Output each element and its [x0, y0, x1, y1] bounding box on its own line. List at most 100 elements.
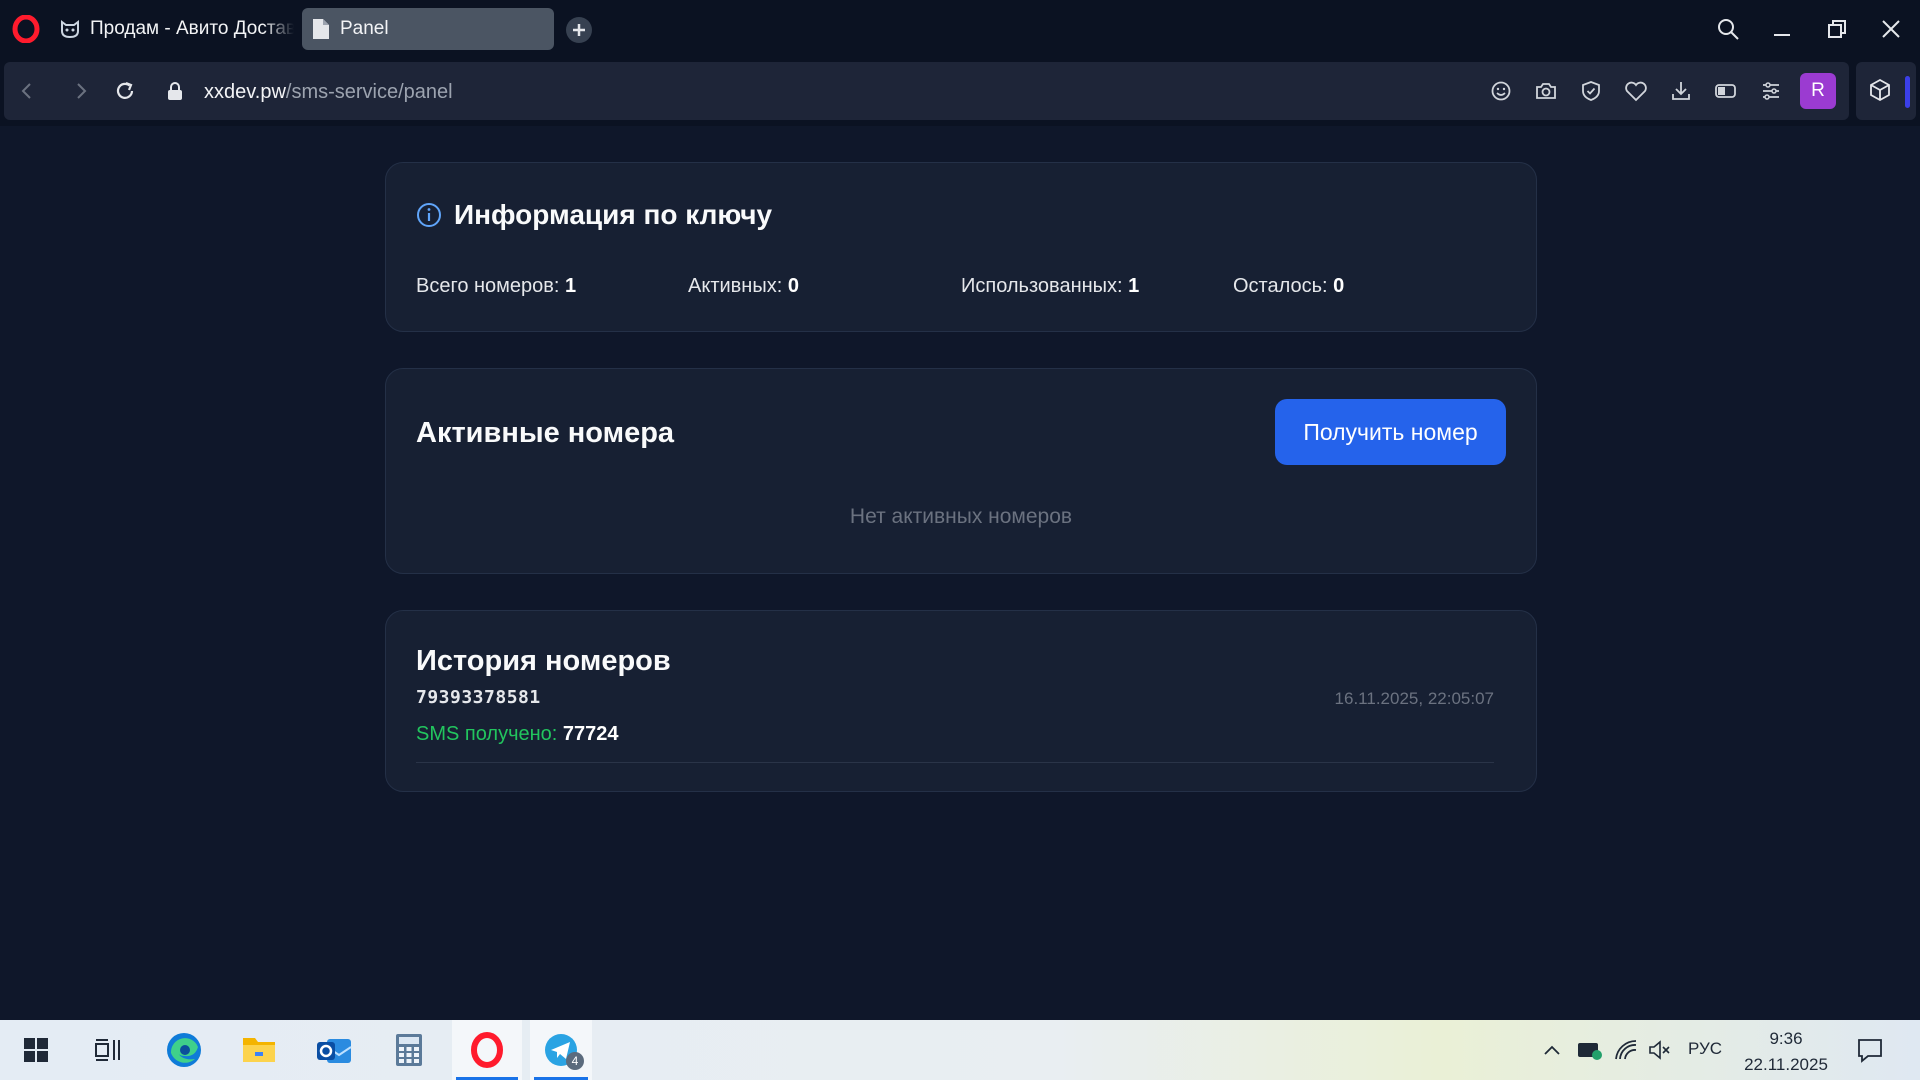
stat-active: Активных: 0	[688, 275, 799, 298]
calculator-icon	[396, 1034, 422, 1066]
extensions-box	[1856, 62, 1916, 120]
info-icon	[417, 203, 441, 227]
number-history-card: История номеров 79393378581 16.11.2025, …	[385, 610, 1537, 792]
url-host: xxdev.pw	[204, 81, 286, 103]
close-icon	[1882, 20, 1900, 38]
tab-panel[interactable]: Panel	[302, 8, 554, 50]
opera-icon	[471, 1032, 503, 1068]
stat-total: Всего номеров: 1	[416, 275, 576, 298]
close-window-button[interactable]	[1874, 12, 1908, 46]
taskbar-calculator[interactable]	[377, 1020, 441, 1080]
minimize-button[interactable]	[1765, 12, 1799, 46]
restore-icon	[1828, 20, 1846, 38]
history-title: История номеров	[416, 645, 671, 677]
edge-icon	[167, 1033, 201, 1067]
tray-app-icon	[1578, 1043, 1602, 1060]
history-sms-label: SMS получено:	[416, 723, 558, 745]
taskbar-file-explorer[interactable]	[227, 1020, 291, 1080]
windows-start-icon	[24, 1038, 48, 1062]
document-icon	[313, 19, 329, 39]
tab-panel-label: Panel	[340, 18, 389, 39]
volume-button[interactable]	[1646, 1038, 1674, 1062]
favorites-button[interactable]	[1621, 76, 1651, 106]
stat-total-value: 1	[565, 275, 577, 297]
wifi-icon	[1615, 1040, 1637, 1060]
stat-used: Использованных: 1	[961, 275, 1139, 298]
chevron-up-icon	[1544, 1045, 1560, 1055]
sidebar-toggle-button[interactable]	[1711, 76, 1741, 106]
notification-icon	[1858, 1039, 1882, 1063]
snapshot-button[interactable]	[1531, 76, 1561, 106]
system-clock[interactable]: 9:36 22.11.2025	[1740, 1026, 1832, 1078]
telegram-unread-badge: 4	[566, 1052, 584, 1070]
restore-button[interactable]	[1820, 12, 1854, 46]
stat-remaining-label: Осталось:	[1233, 275, 1328, 297]
file-explorer-icon	[243, 1038, 275, 1062]
get-number-button[interactable]: Получить номер	[1275, 399, 1506, 465]
taskbar-edge[interactable]	[152, 1020, 216, 1080]
taskbar-opera[interactable]	[452, 1020, 522, 1080]
emoji-button[interactable]	[1486, 76, 1516, 106]
stat-remaining: Осталось: 0	[1233, 275, 1344, 298]
reload-button[interactable]	[110, 76, 140, 106]
notifications-button[interactable]	[1856, 1036, 1884, 1069]
profile-avatar[interactable]: R	[1800, 73, 1836, 109]
clock-date: 22.11.2025	[1744, 1055, 1828, 1074]
browser-tab-bar: Продам - Авито Доставка Panel	[0, 0, 1920, 58]
show-hidden-icons-button[interactable]	[1540, 1038, 1564, 1062]
stat-active-value: 0	[787, 275, 799, 297]
lock-icon	[168, 82, 182, 100]
empty-state-message: Нет активных номеров	[849, 505, 1073, 528]
accent-indicator	[1905, 76, 1910, 108]
new-tab-button[interactable]	[566, 17, 592, 43]
reload-icon	[116, 81, 134, 99]
easy-setup-button[interactable]	[1756, 76, 1786, 106]
taskbar-telegram[interactable]: 4	[530, 1020, 592, 1080]
vpn-button[interactable]	[1576, 76, 1606, 106]
url-path: /sms-service/panel	[285, 81, 453, 103]
site-security-button[interactable]	[160, 76, 190, 106]
start-button[interactable]	[4, 1020, 68, 1080]
tray-app-button[interactable]	[1576, 1038, 1604, 1062]
active-numbers-card: Активные номера Получить номер Нет актив…	[385, 368, 1537, 574]
task-view-icon	[95, 1039, 120, 1061]
smiley-icon	[1491, 81, 1511, 101]
key-info-heading: Информация по ключу	[416, 199, 772, 231]
input-language[interactable]: РУС	[1688, 1039, 1722, 1059]
clock-time: 9:36	[1769, 1029, 1803, 1048]
stat-remaining-value: 0	[1333, 275, 1345, 297]
taskbar-outlook[interactable]	[302, 1020, 366, 1080]
network-button[interactable]	[1612, 1038, 1640, 1062]
stat-used-label: Использованных:	[961, 275, 1123, 297]
history-item: 79393378581 16.11.2025, 22:05:07 SMS пол…	[416, 687, 1494, 763]
outlook-icon	[317, 1039, 352, 1063]
opera-logo-icon[interactable]	[12, 15, 40, 43]
extensions-cube-icon[interactable]	[1868, 78, 1892, 102]
key-info-card: Информация по ключу Всего номеров: 1 Акт…	[385, 162, 1537, 332]
forward-button[interactable]	[66, 76, 96, 106]
task-view-button[interactable]	[76, 1020, 140, 1080]
shield-icon	[1582, 81, 1600, 101]
camera-icon	[1536, 83, 1556, 99]
stat-active-label: Активных:	[688, 275, 783, 297]
history-phone-number: 79393378581	[416, 687, 541, 708]
stat-total-label: Всего номеров:	[416, 275, 560, 297]
forward-icon	[77, 83, 87, 99]
back-icon	[21, 83, 31, 99]
plus-icon	[573, 24, 585, 36]
stat-used-value: 1	[1128, 275, 1140, 297]
tab-search-button[interactable]	[1711, 12, 1745, 46]
downloads-button[interactable]	[1666, 76, 1696, 106]
search-icon	[1718, 19, 1739, 40]
windows-taskbar: 4 РУС 9:36 22.11.2025	[0, 1020, 1920, 1080]
heart-icon	[1625, 81, 1647, 102]
tab-avito[interactable]: Продам - Авито Доставка	[54, 8, 294, 50]
tab-avito-label: Продам - Авито Доставка	[90, 18, 294, 39]
back-button[interactable]	[12, 76, 42, 106]
history-sms-code: 77724	[562, 723, 619, 745]
history-sms-line: SMS получено: 77724	[416, 723, 619, 746]
url-field[interactable]: xxdev.pw/sms-service/panel	[204, 81, 453, 104]
active-numbers-title: Активные номера	[416, 417, 675, 449]
download-icon	[1672, 82, 1690, 100]
speaker-muted-icon	[1649, 1040, 1670, 1060]
